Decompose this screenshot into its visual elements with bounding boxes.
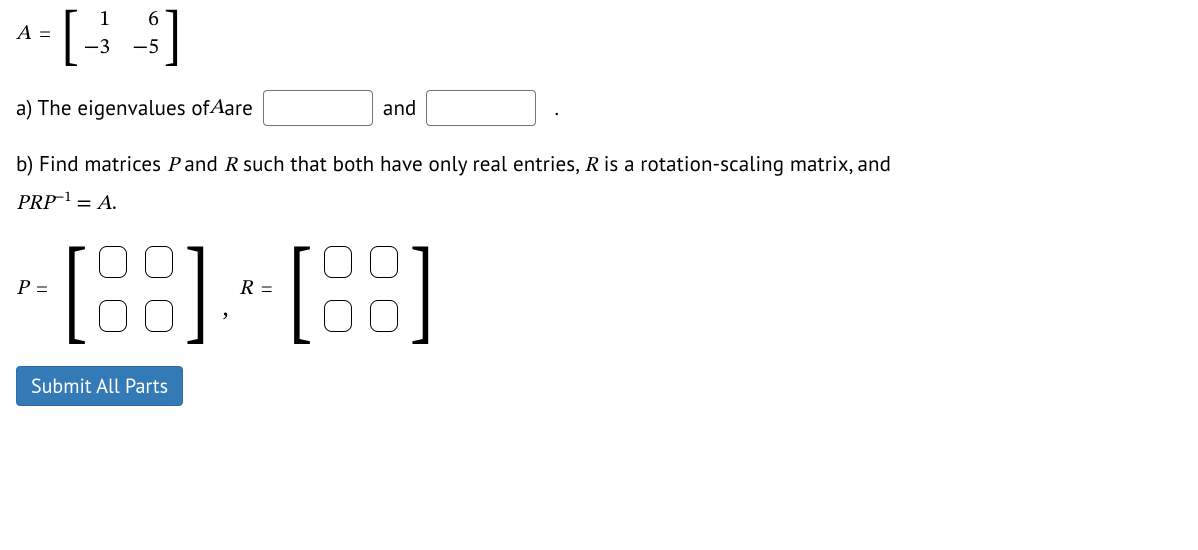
R-22-input[interactable] bbox=[370, 300, 398, 332]
part-a-period: . bbox=[554, 88, 559, 128]
eq-P: = bbox=[36, 277, 48, 302]
a12: 6 bbox=[148, 6, 159, 34]
matrix-P-grid bbox=[99, 240, 173, 338]
a22: −5 bbox=[132, 34, 159, 62]
equals-sign: = bbox=[39, 22, 51, 47]
part-b-text-4: is a rotation-scaling matrix, and bbox=[598, 150, 891, 177]
part-b-period: . bbox=[112, 193, 117, 214]
P-right-bracket-icon: ] bbox=[185, 241, 209, 337]
part-b-text-2: and bbox=[179, 150, 224, 177]
eigenvalue-1-input[interactable] bbox=[263, 90, 373, 126]
part-b-eq: = bbox=[72, 193, 97, 214]
matrices-P-R-row: P = [ ] , R = [ ] bbox=[16, 240, 1182, 338]
eigenvalue-2-input[interactable] bbox=[426, 90, 536, 126]
var-A: A bbox=[16, 21, 31, 47]
P-22-input[interactable] bbox=[145, 300, 173, 332]
a21: −3 bbox=[84, 34, 111, 62]
part-b-var-P: P bbox=[167, 155, 179, 176]
part-b-text-1: b) Find matrices bbox=[16, 150, 167, 177]
matrix-A-definition: A = [ 1 6 −3 −5 ] bbox=[16, 6, 1182, 62]
part-a-var-A: A bbox=[209, 88, 224, 128]
var-P: P bbox=[16, 276, 28, 302]
R-21-input[interactable] bbox=[324, 300, 352, 332]
part-b-PRP: PRP bbox=[16, 193, 54, 214]
var-R: R bbox=[239, 276, 253, 302]
P-12-input[interactable] bbox=[145, 246, 173, 278]
part-b-var-A: A bbox=[97, 193, 112, 214]
part-a: a) The eigenvalues of A are and . bbox=[16, 88, 1182, 128]
R-left-bracket-icon: [ bbox=[288, 241, 312, 337]
P-21-input[interactable] bbox=[99, 300, 127, 332]
R-11-input[interactable] bbox=[324, 246, 352, 278]
part-a-and: and bbox=[383, 88, 417, 128]
part-b-var-R: R bbox=[224, 155, 238, 176]
R-right-bracket-icon: ] bbox=[410, 241, 434, 337]
eq-R: = bbox=[261, 277, 273, 302]
matrix-R-grid bbox=[324, 240, 398, 338]
submit-all-parts-button[interactable]: Submit All Parts bbox=[16, 366, 183, 406]
left-bracket-icon: [ bbox=[62, 8, 79, 60]
part-a-text-2: are bbox=[224, 88, 253, 128]
R-12-input[interactable] bbox=[370, 246, 398, 278]
matrix-A-grid: 1 6 −3 −5 bbox=[84, 6, 159, 62]
part-b: b) Find matrices P and R such that both … bbox=[16, 148, 1182, 220]
right-bracket-icon: ] bbox=[164, 8, 181, 60]
part-b-exp: −1 bbox=[54, 191, 72, 205]
comma: , bbox=[222, 292, 229, 322]
part-b-var-R2: R bbox=[584, 155, 598, 176]
P-11-input[interactable] bbox=[99, 246, 127, 278]
part-a-text-1: a) The eigenvalues of bbox=[16, 88, 209, 128]
a11: 1 bbox=[99, 6, 110, 34]
part-b-text-3: such that both have only real entries, bbox=[237, 150, 584, 177]
P-left-bracket-icon: [ bbox=[64, 241, 88, 337]
